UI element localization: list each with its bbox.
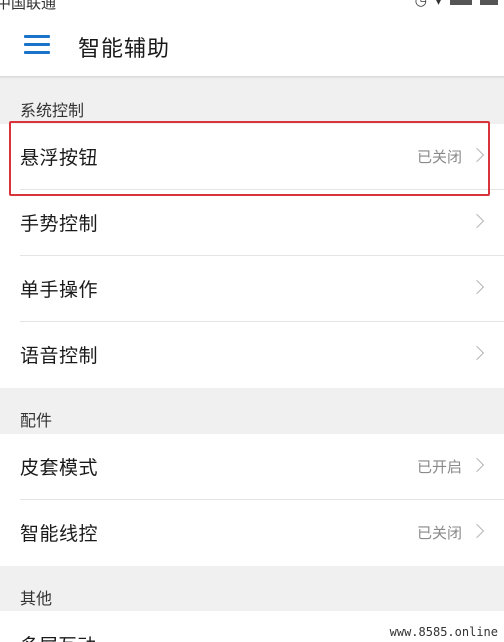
- row-status: 已关闭: [416, 148, 462, 166]
- chevron-right-icon: [469, 147, 485, 163]
- hamburger-menu-icon[interactable]: [24, 35, 50, 55]
- carrier-label: 中国联通: [0, 0, 57, 12]
- chevron-right-icon: [469, 213, 485, 229]
- row-label: 手势控制: [20, 213, 99, 235]
- section-header-system-control: 系统控制: [0, 79, 504, 124]
- row-label: 多屏互动: [20, 631, 96, 642]
- section-header-other: 其他: [0, 566, 504, 611]
- chevron-right-icon: [469, 279, 485, 295]
- wifi-icon: ▾: [434, 0, 442, 9]
- page-title: 智能辅助: [78, 37, 171, 62]
- row-cover-mode[interactable]: 皮套模式 已开启: [0, 434, 504, 500]
- chevron-right-icon: [469, 345, 485, 361]
- status-icons: ◷ ▾: [415, 0, 498, 9]
- battery-icon: [480, 0, 498, 5]
- alarm-icon: ◷: [414, 0, 427, 9]
- section-title: 配件: [20, 411, 53, 430]
- row-status: 已关闭: [416, 524, 462, 542]
- row-gesture-control[interactable]: 手势控制: [0, 190, 504, 256]
- section-title: 其他: [20, 589, 53, 608]
- row-status: 已开启: [416, 458, 462, 476]
- row-label: 单手操作: [20, 279, 99, 301]
- row-label: 皮套模式: [20, 457, 99, 479]
- status-bar: 中国联通 ◷ ▾: [0, 0, 504, 12]
- row-label: 悬浮按钮: [20, 147, 99, 169]
- app-header: 智能辅助: [0, 12, 504, 76]
- chevron-right-icon: [469, 457, 485, 473]
- row-smart-wire-control[interactable]: 智能线控 已关闭: [0, 500, 504, 566]
- watermark: www.8585.online: [387, 624, 500, 640]
- section-header-accessories: 配件: [0, 388, 504, 434]
- row-floating-button[interactable]: 悬浮按钮 已关闭: [0, 124, 504, 190]
- row-label: 语音控制: [20, 345, 99, 367]
- row-label: 智能线控: [20, 523, 99, 545]
- signal-icon: [450, 0, 472, 5]
- row-voice-control[interactable]: 语音控制: [0, 322, 504, 388]
- chevron-right-icon: [469, 523, 485, 539]
- section-title: 系统控制: [20, 101, 85, 120]
- row-one-hand-mode[interactable]: 单手操作: [0, 256, 504, 322]
